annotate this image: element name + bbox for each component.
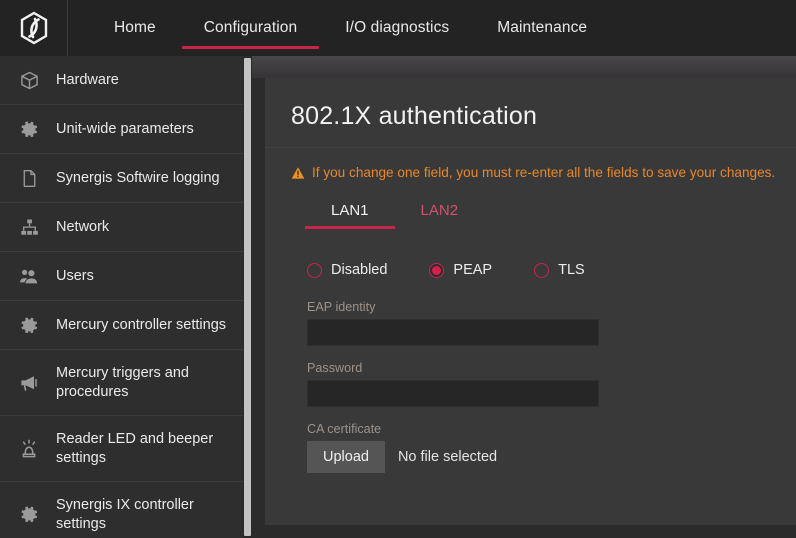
radio-circle-icon [429,262,445,278]
tab-label: LAN1 [331,202,369,219]
nav-item-io-diagnostics[interactable]: I/O diagnostics [321,0,473,56]
scrollbar-thumb[interactable] [244,58,251,536]
page-title: 802.1X authentication [291,102,538,130]
top-navigation-bar: Home Configuration I/O diagnostics Maint… [0,0,796,56]
field-ca-certificate: CA certificate Upload No file selected [307,422,796,473]
genetec-hexagon-logo-icon [20,11,47,45]
radio-peap[interactable]: PEAP [429,262,492,278]
field-label: Password [307,361,363,375]
sidebar-item-hardware[interactable]: Hardware [0,56,243,105]
field-password: Password [307,361,796,407]
card-header: 802.1X authentication [265,78,796,148]
gear-icon [16,120,42,139]
tab-label: LAN2 [420,202,459,219]
tab-active-underline [305,226,395,229]
gear-icon [16,316,42,335]
sidebar-item-synergis-softwire-logging[interactable]: Synergis Softwire logging [0,154,243,203]
nav-item-home[interactable]: Home [90,0,180,56]
network-tree-icon [16,218,42,237]
sidebar-item-label: Unit-wide parameters [56,120,194,137]
sidebar-item-label: Synergis Softwire logging [56,169,220,186]
document-icon [16,169,42,188]
app-logo[interactable] [0,0,68,56]
sidebar-item-label: Reader LED and beeper settings [56,431,214,466]
main-content: 802.1X authentication If you change one … [243,56,796,538]
sidebar-item-unit-wide-parameters[interactable]: Unit-wide parameters [0,105,243,154]
content-top-gradient [252,56,796,78]
gear-icon [16,505,42,524]
radio-label: TLS [558,262,585,278]
tab-lan1[interactable]: LAN1 [305,202,395,229]
auth-mode-radio-group: Disabled PEAP TLS [265,229,796,278]
content-scrollbar[interactable] [243,56,252,538]
sidebar-item-mercury-triggers-and-procedures[interactable]: Mercury triggers and procedures [0,350,243,416]
sidebar-item-label: Network [56,218,110,235]
app-window: Home Configuration I/O diagnostics Maint… [0,0,796,538]
radio-circle-icon [307,262,322,278]
nav-item-maintenance[interactable]: Maintenance [473,0,611,56]
radio-tls[interactable]: TLS [534,262,585,278]
nav-item-label: Maintenance [497,19,588,36]
tab-lan2[interactable]: LAN2 [395,202,485,229]
lan-tabs: LAN1 LAN2 [265,180,796,229]
megaphone-icon [16,373,42,393]
box-icon [16,71,42,90]
sidebar-item-label: Users [56,267,94,284]
radio-dot-icon [432,265,442,275]
sidebar-item-users[interactable]: Users [0,252,243,301]
sidebar-item-synergis-ix-controller-settings[interactable]: Synergis IX controller settings [0,482,243,538]
radio-disabled[interactable]: Disabled [307,262,387,278]
sidebar-item-network[interactable]: Network [0,203,243,252]
sidebar-item-mercury-controller-settings[interactable]: Mercury controller settings [0,301,243,350]
upload-status-text: No file selected [397,449,498,465]
warning-text: If you change one field, you must re-ent… [312,165,776,180]
sidebar-item-label: Synergis IX controller settings [56,497,194,532]
password-input[interactable] [307,380,599,407]
field-eap-identity: EAP identity [307,300,796,346]
nav-item-label: I/O diagnostics [345,19,450,36]
warning-triangle-icon [291,166,305,179]
radio-circle-icon [534,262,550,278]
sidebar: Hardware Unit-wide parameters Synergis S… [0,56,243,538]
warning-banner: If you change one field, you must re-ent… [265,148,796,180]
nav-item-configuration[interactable]: Configuration [180,0,322,56]
radio-label: Disabled [331,262,388,278]
radio-label: PEAP [453,262,493,278]
field-label: EAP identity [307,300,376,314]
form-fields: EAP identity Password CA certificate Upl… [265,278,796,473]
ca-certificate-upload-row: Upload No file selected [307,441,796,473]
users-icon [16,266,42,286]
upload-button[interactable]: Upload [307,441,385,473]
nav-item-label: Configuration [203,19,298,36]
sidebar-item-label: Hardware [56,71,119,88]
sidebar-item-label: Mercury triggers and procedures [56,365,189,400]
nav-item-label: Home [114,19,156,36]
main-nav: Home Configuration I/O diagnostics Maint… [68,0,611,56]
sidebar-item-reader-led-and-beeper-settings[interactable]: Reader LED and beeper settings [0,416,243,482]
settings-card: 802.1X authentication If you change one … [265,78,796,525]
sidebar-item-label: Mercury controller settings [56,316,227,333]
beacon-icon [16,439,42,459]
eap-identity-input[interactable] [307,319,599,346]
nav-active-underline [181,46,320,49]
body-region: Hardware Unit-wide parameters Synergis S… [0,56,796,538]
field-label: CA certificate [307,422,382,436]
